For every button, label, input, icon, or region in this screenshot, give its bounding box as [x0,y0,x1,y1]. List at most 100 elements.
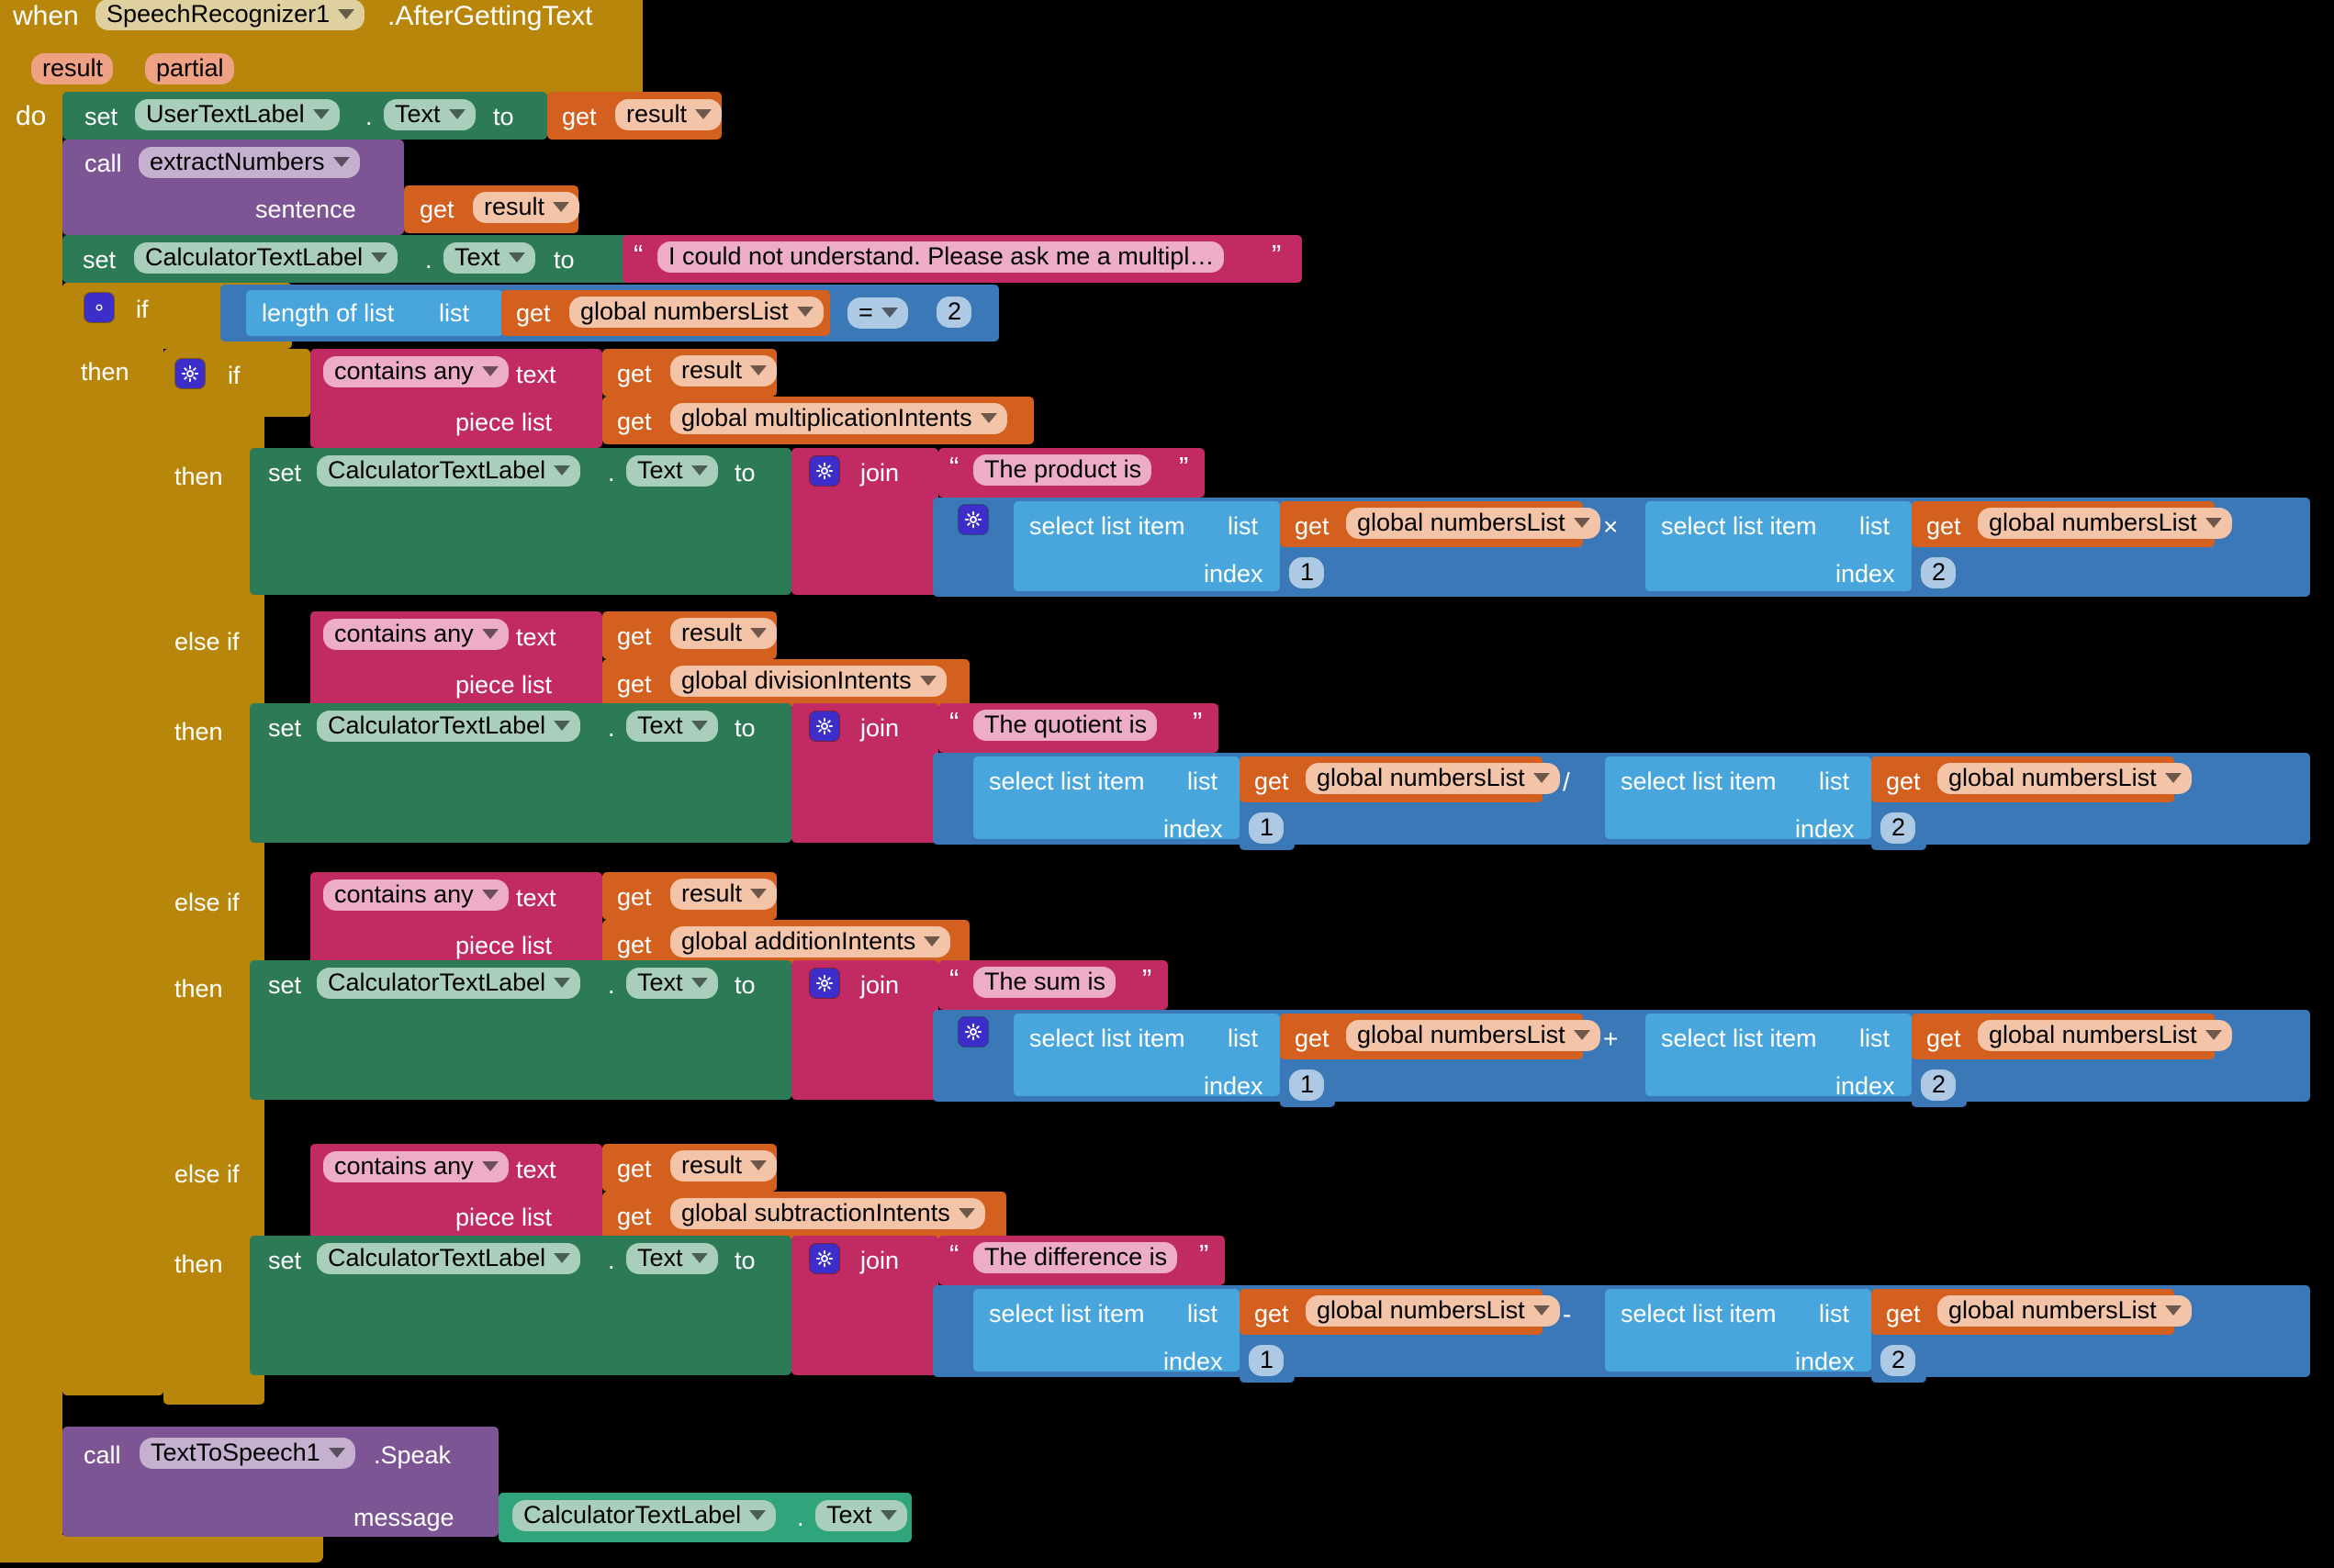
branch-subtraction-select-right-index-field[interactable]: 2 [1880,1345,1916,1376]
branch-subtraction-set-property-field[interactable]: Text [626,1243,718,1274]
branch-division-select-left-list-field[interactable]: global numbersList [1306,763,1560,794]
number-field-outer[interactable]: 2 [937,297,972,328]
branch-subtraction-contains-any-field[interactable]: contains any [323,1151,509,1182]
chevron-down-icon[interactable] [924,936,941,946]
event-param-partial[interactable]: partial [145,53,234,84]
chevron-down-icon[interactable] [312,109,330,119]
branch-addition-get-result-field[interactable]: result [670,879,778,910]
chevron-down-icon[interactable] [338,9,355,19]
event-component-field[interactable]: SpeechRecognizer1 [95,0,365,30]
set-usertextlabel-component-field[interactable]: UserTextLabel [135,99,340,130]
branch-addition-phrase-field[interactable]: The sum is [973,967,1117,998]
branch-addition-set-component-field[interactable]: CalculatorTextLabel [317,968,581,999]
chevron-down-icon[interactable] [750,365,768,375]
chevron-down-icon[interactable] [481,366,499,376]
branch-multiplication-set-component-field[interactable]: CalculatorTextLabel [317,455,581,487]
branch-addition-get-intents-field[interactable]: global additionIntents [670,926,951,958]
branch-multiplication-select-left-index-field[interactable]: 1 [1289,557,1325,588]
branch-addition-contains-any-field[interactable]: contains any [323,879,509,911]
set-fallback-property-field[interactable]: Text [443,242,535,274]
branch-subtraction-join-gear-icon[interactable] [810,1244,839,1273]
chevron-down-icon[interactable] [371,252,388,263]
call-tts-component-field[interactable]: TextToSpeech1 [140,1438,355,1469]
chevron-down-icon[interactable] [1573,518,1590,528]
compare-operator-field[interactable]: = [847,297,908,329]
chevron-down-icon[interactable] [749,1510,767,1520]
chevron-down-icon[interactable] [508,252,525,263]
branch-division-get-intents-field[interactable]: global divisionIntents [670,666,947,697]
chevron-down-icon[interactable] [481,1161,499,1171]
branch-multiplication-select-left-list-field[interactable]: global numbersList [1346,508,1600,539]
branch-division-contains-any-field[interactable]: contains any [323,619,509,650]
chevron-down-icon[interactable] [958,1208,975,1218]
chevron-down-icon[interactable] [750,889,768,899]
branch-multiplication-contains-any-field[interactable]: contains any [323,356,509,387]
branch-subtraction-select-left-list-field[interactable]: global numbersList [1306,1295,1560,1327]
branch-subtraction-get-intents-field[interactable]: global subtractionIntents [670,1198,985,1229]
chevron-down-icon[interactable] [695,109,713,119]
branch-multiplication-select-right-list-field[interactable]: global numbersList [1978,508,2232,539]
chevron-down-icon[interactable] [2205,1030,2222,1040]
chevron-down-icon[interactable] [980,413,997,423]
branch-division-set-component-field[interactable]: CalculatorTextLabel [317,711,581,742]
branch-addition-select-right-index-field[interactable]: 2 [1921,1070,1957,1101]
tts-message-property-field[interactable]: Text [815,1500,907,1531]
branch-multiplication-phrase-field[interactable]: The product is [973,454,1152,486]
chevron-down-icon[interactable] [554,978,571,988]
chevron-down-icon[interactable] [690,721,708,731]
chevron-down-icon[interactable] [553,202,570,212]
branch-multiplication-set-property-field[interactable]: Text [626,455,718,487]
chevron-down-icon[interactable] [1532,1305,1550,1316]
branch-multiplication-join-gear-icon[interactable] [810,456,839,486]
branch-addition-arith-gear-icon[interactable] [959,1017,988,1047]
chevron-down-icon[interactable] [554,721,571,731]
branch-subtraction-select-right-list-field[interactable]: global numbersList [1937,1295,2192,1327]
chevron-down-icon[interactable] [328,1448,345,1458]
branch-division-join-gear-icon[interactable] [810,711,839,741]
branch-subtraction-select-left-index-field[interactable]: 1 [1249,1345,1285,1376]
chevron-down-icon[interactable] [1573,1030,1590,1040]
call-procedure-field[interactable]: extractNumbers [139,147,360,178]
branch-addition-select-right-list-field[interactable]: global numbersList [1978,1020,2232,1051]
event-param-result[interactable]: result [31,53,114,84]
branch-division-select-left-index-field[interactable]: 1 [1249,812,1285,844]
chevron-down-icon[interactable] [881,308,898,318]
tts-message-component-field[interactable]: CalculatorTextLabel [512,1500,777,1531]
branch-addition-set-property-field[interactable]: Text [626,968,718,999]
branch-multiplication-get-result-field[interactable]: result [670,355,778,386]
chevron-down-icon[interactable] [2164,1305,2182,1316]
chevron-down-icon[interactable] [481,629,499,639]
branch-addition-select-left-index-field[interactable]: 1 [1289,1070,1325,1101]
branch-subtraction-phrase-field[interactable]: The difference is [973,1242,1178,1273]
chevron-down-icon[interactable] [2205,518,2222,528]
branch-division-select-right-list-field[interactable]: global numbersList [1937,763,2192,794]
set-usertextlabel-property-field[interactable]: Text [384,99,476,130]
chevron-down-icon[interactable] [1532,773,1550,783]
branch-addition-select-left-list-field[interactable]: global numbersList [1346,1020,1600,1051]
outer-if-gear-icon[interactable] [84,293,114,322]
chevron-down-icon[interactable] [796,307,814,317]
chevron-down-icon[interactable] [2164,773,2182,783]
branch-multiplication-select-right-index-field[interactable]: 2 [1921,557,1957,588]
chevron-down-icon[interactable] [919,676,937,686]
chevron-down-icon[interactable] [690,1253,708,1263]
inner-if-gear-icon[interactable] [175,359,205,388]
outer-if-block[interactable] [62,283,163,1395]
branch-division-get-result-field[interactable]: result [670,618,778,649]
chevron-down-icon[interactable] [481,890,499,900]
chevron-down-icon[interactable] [690,465,708,476]
branch-subtraction-get-result-field[interactable]: result [670,1150,778,1182]
branch-addition-join-gear-icon[interactable] [810,969,839,998]
branch-division-phrase-field[interactable]: The quotient is [973,710,1158,741]
chevron-down-icon[interactable] [554,1253,571,1263]
chevron-down-icon[interactable] [750,628,768,638]
set-fallback-component-field[interactable]: CalculatorTextLabel [134,242,398,274]
branch-division-set-property-field[interactable]: Text [626,711,718,742]
branch-subtraction-set-component-field[interactable]: CalculatorTextLabel [317,1243,581,1274]
get-result-field-2[interactable]: result [473,192,580,223]
get-numberslist-field-outer[interactable]: global numbersList [569,297,824,328]
branch-division-select-right-index-field[interactable]: 2 [1880,812,1916,844]
get-result-field-1[interactable]: result [615,99,723,130]
branch-multiplication-get-intents-field[interactable]: global multiplicationIntents [670,403,1007,434]
chevron-down-icon[interactable] [750,1160,768,1170]
